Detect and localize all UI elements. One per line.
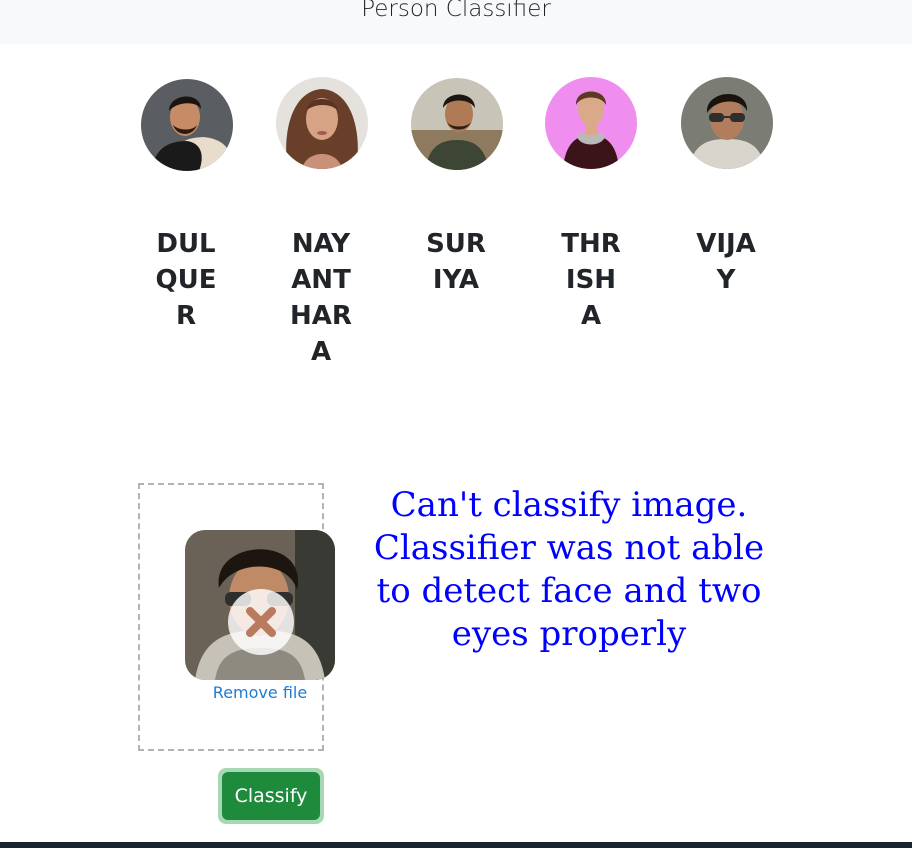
- remove-file-button[interactable]: [228, 589, 294, 655]
- avatar-dulquer: [141, 79, 233, 171]
- remove-file-link[interactable]: Remove file: [185, 683, 335, 702]
- person-name-dulquer: DULQUER: [155, 229, 217, 331]
- avatar-thrisha: [545, 77, 637, 169]
- classify-button-focus-ring: Classify: [218, 768, 324, 824]
- person-name-thrisha: THRISHA: [561, 229, 621, 331]
- classify-button[interactable]: Classify: [222, 772, 320, 820]
- page-title: Person Classifier: [361, 0, 551, 22]
- close-icon: [246, 607, 276, 637]
- navbar: Person Classifier: [0, 0, 912, 44]
- classification-error-message: Can't classify image. Classifier was not…: [373, 485, 765, 654]
- person-name-vijay: VIJAY: [696, 229, 756, 295]
- person-name-nayanthara: NAYANTHARA: [290, 229, 352, 367]
- avatar-vijay: [681, 77, 773, 169]
- avatar-nayanthara: [276, 77, 368, 169]
- footer-bar: [0, 842, 912, 848]
- avatar-suriya: [411, 78, 503, 170]
- person-name-suriya: SURIYA: [426, 229, 486, 295]
